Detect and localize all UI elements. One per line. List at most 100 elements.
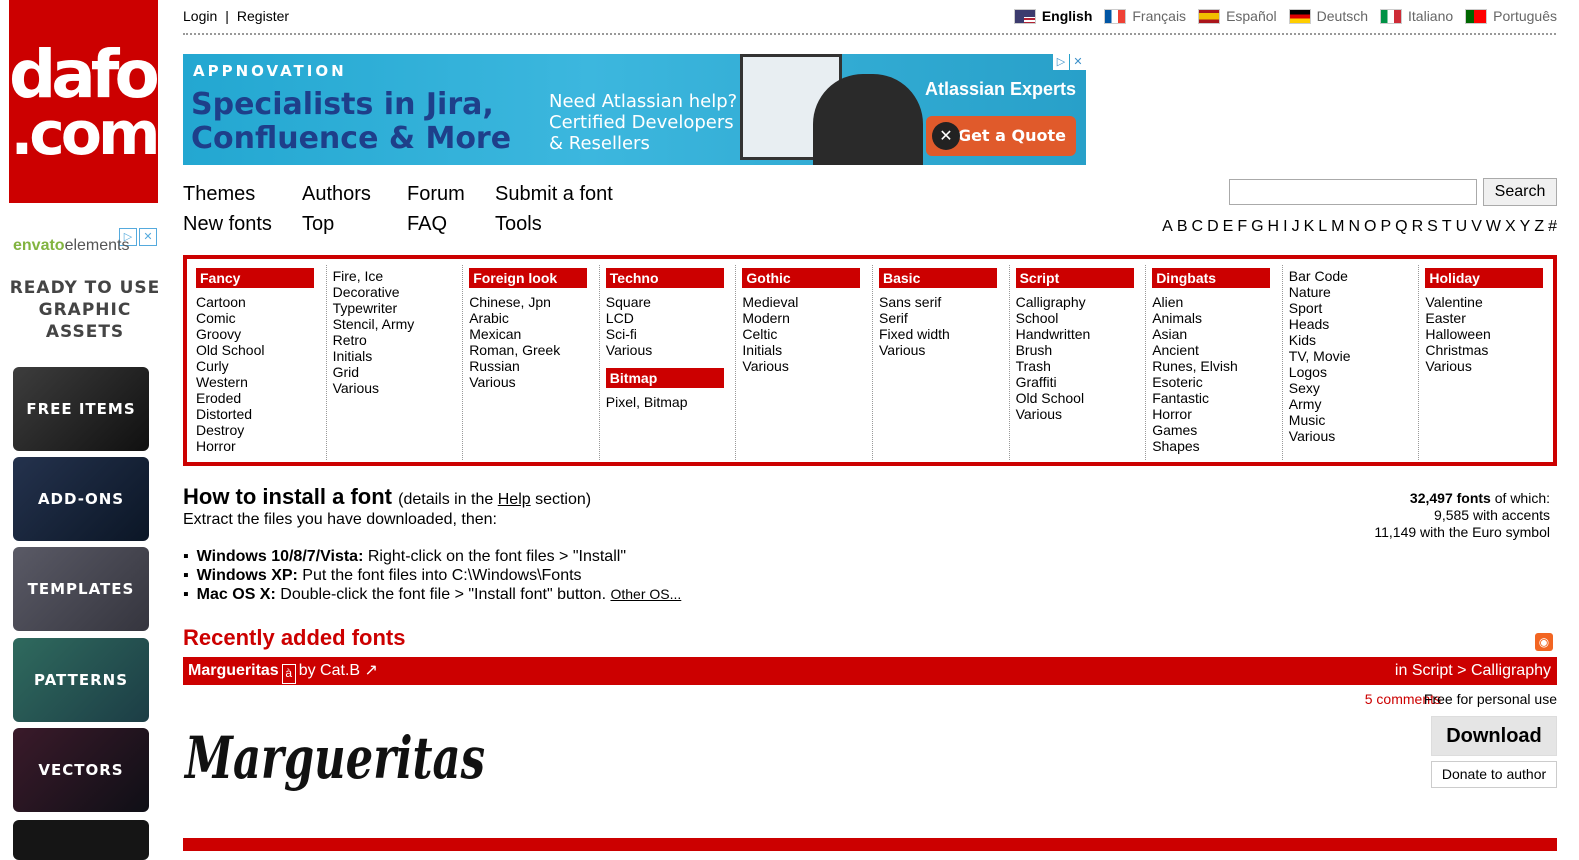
nav-tools[interactable]: Tools: [495, 213, 542, 236]
alphabet-letter-link[interactable]: B: [1177, 218, 1188, 236]
category-item-link[interactable]: Celtic: [742, 326, 777, 342]
font-author-link[interactable]: by Cat.B: [299, 662, 360, 679]
category-item-link[interactable]: Destroy: [196, 422, 244, 438]
ad-close-icon[interactable]: ✕: [139, 228, 157, 246]
alphabet-letter-link[interactable]: H: [1268, 218, 1280, 236]
category-heading-link[interactable]: Fancy: [196, 268, 314, 288]
category-item-link[interactable]: Sport: [1289, 300, 1322, 316]
download-button[interactable]: Download: [1431, 716, 1557, 756]
nav-themes[interactable]: Themes: [183, 183, 255, 206]
alphabet-letter-link[interactable]: P: [1380, 218, 1391, 236]
category-item-link[interactable]: Old School: [1016, 390, 1084, 406]
rss-icon[interactable]: ◉: [1535, 633, 1553, 651]
alphabet-letter-link[interactable]: J: [1292, 218, 1300, 236]
category-item-link[interactable]: Calligraphy: [1016, 294, 1086, 310]
category-item-link[interactable]: Various: [879, 342, 925, 358]
category-item-link[interactable]: Roman, Greek: [469, 342, 560, 358]
other-os-link[interactable]: Other OS...: [610, 586, 681, 602]
appnovation-banner-ad[interactable]: APPNOVATION Specialists in Jira, Conflue…: [183, 54, 1086, 165]
category-item-link[interactable]: Fire, Ice: [333, 268, 384, 284]
category-item-link[interactable]: Graffiti: [1016, 374, 1057, 390]
category-item-link[interactable]: Medieval: [742, 294, 798, 310]
alphabet-letter-link[interactable]: L: [1318, 218, 1327, 236]
category-item-link[interactable]: Various: [1016, 406, 1062, 422]
category-item-link[interactable]: Retro: [333, 332, 367, 348]
category-item-link[interactable]: Arabic: [469, 310, 509, 326]
lang-deutsch[interactable]: Deutsch: [1288, 8, 1368, 24]
category-heading-link[interactable]: Holiday: [1425, 268, 1544, 288]
category-item-link[interactable]: Halloween: [1425, 326, 1490, 342]
category-item-link[interactable]: Various: [1289, 428, 1335, 444]
nav-forum[interactable]: Forum: [407, 183, 465, 206]
category-item-link[interactable]: Sans serif: [879, 294, 941, 310]
category-item-link[interactable]: Serif: [879, 310, 908, 326]
alphabet-letter-link[interactable]: I: [1283, 218, 1287, 236]
alphabet-letter-link[interactable]: #: [1548, 218, 1557, 236]
envato-tile-free-items[interactable]: FREE ITEMS: [13, 367, 149, 451]
category-item-link[interactable]: Initials: [742, 342, 782, 358]
register-link[interactable]: Register: [237, 8, 289, 24]
category-item-link[interactable]: LCD: [606, 310, 634, 326]
envato-tile-add-ons[interactable]: ADD-ONS: [13, 457, 149, 541]
category-item-link[interactable]: Chinese, Jpn: [469, 294, 551, 310]
nav-faq[interactable]: FAQ: [407, 213, 447, 236]
category-item-link[interactable]: Square: [606, 294, 651, 310]
alphabet-letter-link[interactable]: E: [1223, 218, 1234, 236]
nav-top[interactable]: Top: [302, 213, 334, 236]
category-item-link[interactable]: Western: [196, 374, 248, 390]
category-item-link[interactable]: Cartoon: [196, 294, 246, 310]
category-heading-link[interactable]: Techno: [605, 268, 724, 288]
category-item-link[interactable]: Russian: [469, 358, 520, 374]
alphabet-letter-link[interactable]: S: [1427, 218, 1438, 236]
lang-english[interactable]: English: [1013, 8, 1092, 24]
alphabet-letter-link[interactable]: Y: [1520, 218, 1531, 236]
lang-francais[interactable]: Français: [1104, 8, 1186, 24]
category-item-link[interactable]: Old School: [196, 342, 264, 358]
envato-tile-vectors[interactable]: VECTORS: [13, 728, 149, 812]
category-item-link[interactable]: Sexy: [1289, 380, 1320, 396]
category-item-link[interactable]: Bar Code: [1289, 268, 1348, 284]
category-item-link[interactable]: Various: [742, 358, 788, 374]
category-item-link[interactable]: Various: [469, 374, 515, 390]
category-item-link[interactable]: Ancient: [1152, 342, 1199, 358]
category-heading-link[interactable]: Bitmap: [605, 368, 724, 388]
font-category-link[interactable]: in Script > Calligraphy: [1395, 657, 1551, 685]
category-heading-link[interactable]: Foreign look: [469, 268, 588, 288]
category-item-link[interactable]: Various: [606, 342, 652, 358]
ad-choices-icon[interactable]: ▷: [1053, 54, 1069, 70]
nav-authors[interactable]: Authors: [302, 183, 371, 206]
alphabet-letter-link[interactable]: X: [1505, 218, 1516, 236]
envato-tile-more[interactable]: [13, 820, 149, 860]
alphabet-letter-link[interactable]: R: [1412, 218, 1424, 236]
category-item-link[interactable]: Runes, Elvish: [1152, 358, 1238, 374]
site-logo[interactable]: dafont .com: [9, 0, 228, 203]
category-item-link[interactable]: Music: [1289, 412, 1326, 428]
category-item-link[interactable]: Modern: [742, 310, 789, 326]
envato-tile-templates[interactable]: TEMPLATES: [13, 547, 149, 631]
category-item-link[interactable]: Army: [1289, 396, 1322, 412]
lang-espanol[interactable]: Español: [1198, 8, 1277, 24]
envato-ad[interactable]: ▷ ✕ envatoelements READY TO USE GRAPHIC …: [9, 222, 161, 860]
category-item-link[interactable]: Various: [1425, 358, 1471, 374]
category-item-link[interactable]: Various: [333, 380, 379, 396]
category-item-link[interactable]: Initials: [333, 348, 373, 364]
alphabet-letter-link[interactable]: O: [1364, 218, 1376, 236]
category-item-link[interactable]: Handwritten: [1016, 326, 1091, 342]
ad-close-icon[interactable]: ✕: [1070, 54, 1086, 70]
alphabet-letter-link[interactable]: U: [1456, 218, 1468, 236]
search-input[interactable]: [1229, 179, 1477, 205]
category-item-link[interactable]: Eroded: [196, 390, 241, 406]
category-item-link[interactable]: Distorted: [196, 406, 252, 422]
category-item-link[interactable]: Animals: [1152, 310, 1202, 326]
category-heading-link[interactable]: Dingbats: [1152, 268, 1271, 288]
category-item-link[interactable]: Christmas: [1425, 342, 1488, 358]
nav-new-fonts[interactable]: New fonts: [183, 213, 272, 236]
category-item-link[interactable]: Kids: [1289, 332, 1316, 348]
category-item-link[interactable]: Curly: [196, 358, 229, 374]
category-item-link[interactable]: Valentine: [1425, 294, 1482, 310]
alphabet-letter-link[interactable]: V: [1471, 218, 1482, 236]
category-heading-link[interactable]: Gothic: [742, 268, 861, 288]
category-item-link[interactable]: Nature: [1289, 284, 1331, 300]
alphabet-letter-link[interactable]: N: [1348, 218, 1360, 236]
envato-tile-patterns[interactable]: PATTERNS: [13, 638, 149, 722]
